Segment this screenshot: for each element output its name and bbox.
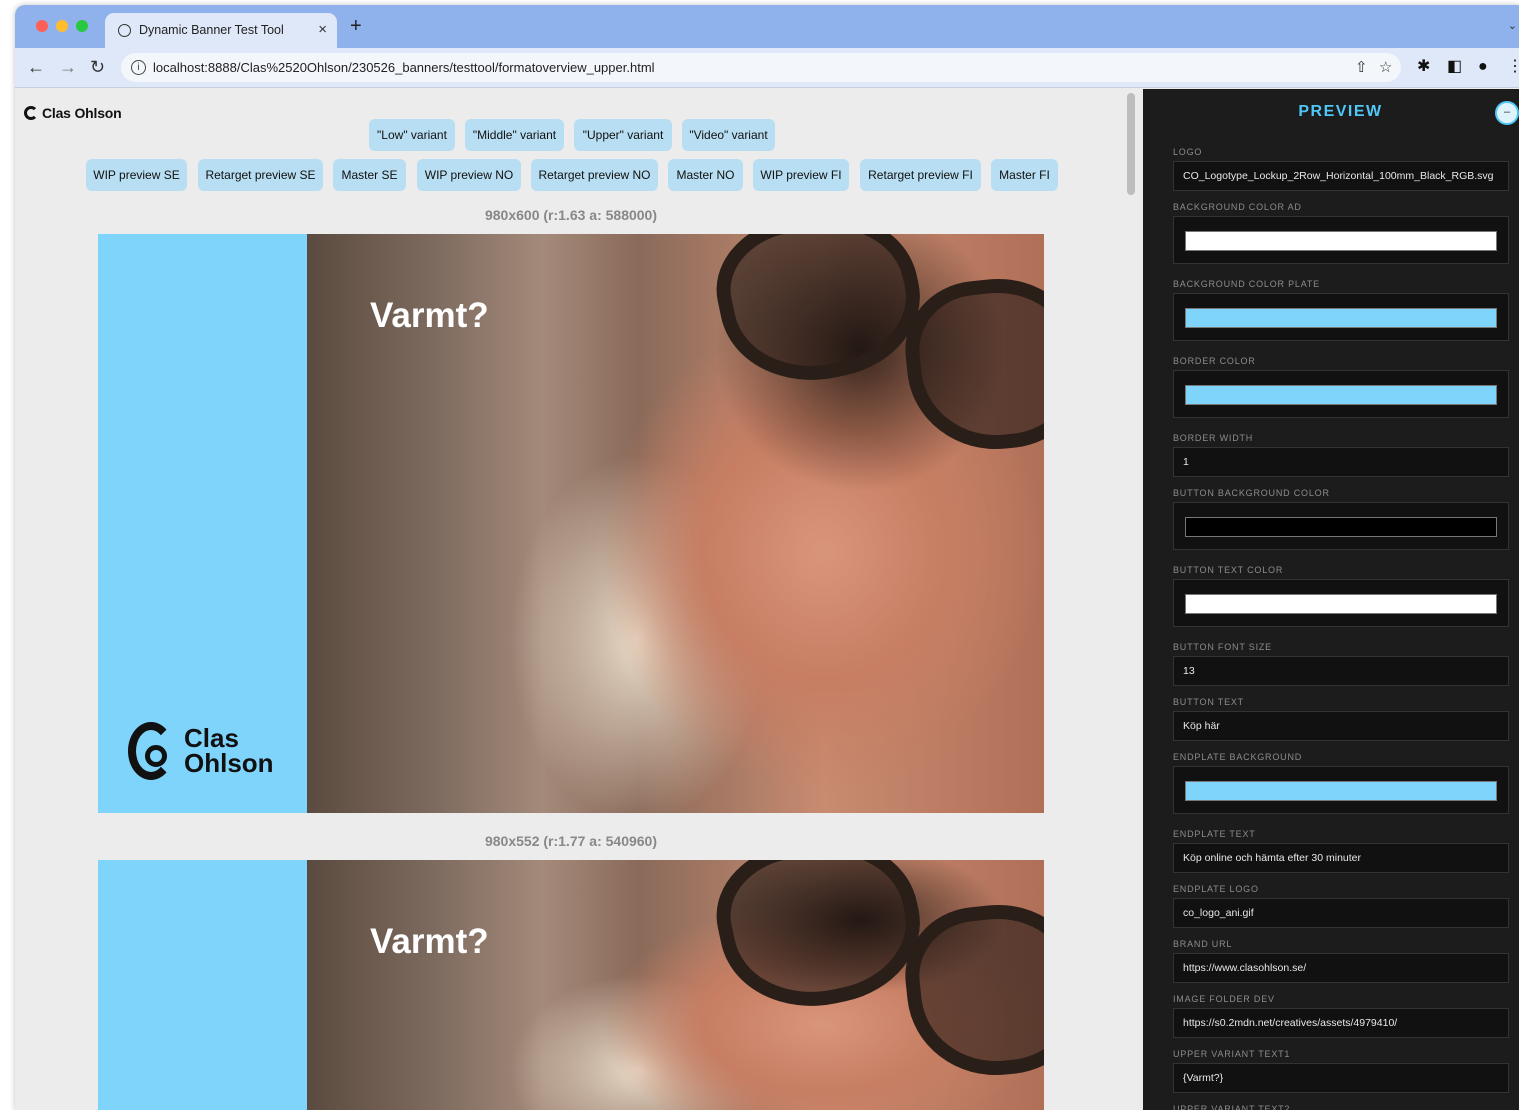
text-field-upper-variant-text1[interactable]: {Varmt?}: [1173, 1063, 1509, 1093]
address-bar[interactable]: i localhost:8888/Clas%2520Ohlson/230526_…: [121, 53, 1401, 82]
text-field-endplate-logo[interactable]: co_logo_ani.gif: [1173, 898, 1509, 928]
share-icon[interactable]: ⇧: [1355, 58, 1368, 76]
banner-headline: Varmt?: [370, 296, 489, 335]
field-label-logo: LOGO: [1173, 147, 1203, 157]
close-window-button[interactable]: [36, 20, 48, 32]
banner-logo: Clas Ohlson: [128, 722, 274, 780]
text-field-brand-url[interactable]: https://www.clasohlson.se/: [1173, 953, 1509, 983]
color-swatch[interactable]: [1185, 231, 1497, 251]
field-label-image-folder-dev: IMAGE FOLDER DEV: [1173, 994, 1275, 1004]
text-field-image-folder-dev[interactable]: https://s0.2mdn.net/creatives/assets/497…: [1173, 1008, 1509, 1038]
color-swatch[interactable]: [1185, 385, 1497, 405]
color-field-background-color-ad[interactable]: [1173, 216, 1509, 264]
extensions-puzzle-icon[interactable]: ✱: [1417, 57, 1430, 77]
video-variant-button[interactable]: "Video" variant: [682, 119, 775, 151]
wip-preview-se-button[interactable]: WIP preview SE: [86, 159, 187, 191]
upper-variant-button[interactable]: "Upper" variant: [574, 119, 672, 151]
middle-variant-button[interactable]: "Middle" variant: [465, 119, 564, 151]
field-label-button-text: BUTTON TEXT: [1173, 697, 1244, 707]
sunglasses-lens-left: [704, 860, 934, 1024]
text-field-button-text[interactable]: Köp här: [1173, 711, 1509, 741]
minimize-window-button[interactable]: [56, 20, 68, 32]
browser-window: Dynamic Banner Test Tool × + ⌄ ← → ↻ i l…: [15, 5, 1519, 1110]
preview-panel: PREVIEW – LOGO CO_Logotype_Lockup_2Row_Ho…: [1143, 89, 1519, 1110]
banner-logo-text: Clas Ohlson: [184, 723, 274, 778]
tab-close-button[interactable]: ×: [318, 21, 327, 38]
banner-size-label: 980x600 (r:1.63 a: 588000): [484, 207, 658, 223]
side-panel-icon[interactable]: ◧: [1447, 57, 1462, 77]
tab-title: Dynamic Banner Test Tool: [139, 23, 284, 37]
info-icon[interactable]: i: [131, 60, 146, 75]
color-swatch[interactable]: [1185, 594, 1497, 614]
color-field-border-color[interactable]: [1173, 370, 1509, 418]
brand-name: Clas Ohlson: [42, 105, 122, 121]
field-label-background-color-plate: BACKGROUND COLOR PLATE: [1173, 279, 1320, 289]
color-swatch[interactable]: [1185, 517, 1497, 537]
url-text: localhost:8888/Clas%2520Ohlson/230526_ba…: [153, 60, 655, 75]
field-label-button-font-size: BUTTON FONT SIZE: [1173, 642, 1272, 652]
color-field-button-background-color[interactable]: [1173, 502, 1509, 550]
field-label-button-text-color: BUTTON TEXT COLOR: [1173, 565, 1284, 575]
globe-icon: [118, 24, 131, 37]
zoom-window-button[interactable]: [76, 20, 88, 32]
field-label-endplate-background: ENDPLATE BACKGROUND: [1173, 752, 1303, 762]
new-tab-button[interactable]: +: [350, 16, 362, 36]
back-button[interactable]: ←: [27, 57, 45, 77]
field-label-upper-variant-text1: UPPER VARIANT TEXT1: [1173, 1049, 1291, 1059]
color-field-background-color-plate[interactable]: [1173, 293, 1509, 341]
banner-size-label: 980x552 (r:1.77 a: 540960): [484, 833, 658, 849]
tab-strip: Dynamic Banner Test Tool × + ⌄: [15, 5, 1519, 48]
wip-preview-no-button[interactable]: WIP preview NO: [417, 159, 521, 191]
browser-toolbar: ← → ↻ i localhost:8888/Clas%2520Ohlson/2…: [15, 48, 1519, 88]
field-label-button-background-color: BUTTON BACKGROUND COLOR: [1173, 488, 1330, 498]
low-variant-button[interactable]: "Low" variant: [369, 119, 455, 151]
text-field-button-font-size[interactable]: 13: [1173, 656, 1509, 686]
sunglasses-lens-left: [704, 234, 934, 398]
master-fi-button[interactable]: Master FI: [991, 159, 1058, 191]
reload-button[interactable]: ↻: [90, 57, 105, 77]
panel-title: PREVIEW: [1298, 103, 1383, 120]
text-field-endplate-text[interactable]: Köp online och hämta efter 30 minuter: [1173, 843, 1509, 873]
panel-toggle-button[interactable]: –: [1495, 101, 1519, 125]
color-field-endplate-background[interactable]: [1173, 766, 1509, 814]
profile-avatar-icon[interactable]: ●: [1478, 57, 1488, 77]
scrollbar[interactable]: [1127, 93, 1135, 195]
color-swatch[interactable]: [1185, 308, 1497, 328]
field-label-endplate-text: ENDPLATE TEXT: [1173, 829, 1256, 839]
master-se-button[interactable]: Master SE: [333, 159, 406, 191]
sunglasses-lens-right: [898, 896, 1044, 1084]
field-label-border-width: BORDER WIDTH: [1173, 433, 1254, 443]
bookmark-star-icon[interactable]: ☆: [1379, 58, 1392, 76]
forward-button[interactable]: →: [59, 57, 77, 77]
format-overview: Clas Ohlson "Low" variant "Middle" varia…: [15, 89, 1143, 1110]
color-field-button-text-color[interactable]: [1173, 579, 1509, 627]
clas-ohlson-logo-icon: [24, 106, 38, 120]
text-field-logo[interactable]: CO_Logotype_Lockup_2Row_Horizontal_100mm…: [1173, 161, 1509, 191]
banner-preview: Varmt?: [98, 860, 1044, 1110]
clas-ohlson-logo-icon: [128, 722, 174, 780]
brand-logo: Clas Ohlson: [24, 103, 122, 123]
page-content: Clas Ohlson "Low" variant "Middle" varia…: [15, 89, 1519, 1110]
color-swatch[interactable]: [1185, 781, 1497, 801]
active-tab[interactable]: Dynamic Banner Test Tool ×: [105, 13, 337, 48]
field-label-background-color-ad: BACKGROUND COLOR AD: [1173, 202, 1302, 212]
retarget-preview-fi-button[interactable]: Retarget preview FI: [860, 159, 981, 191]
field-label-endplate-logo: ENDPLATE LOGO: [1173, 884, 1259, 894]
banner-photo: [307, 860, 1044, 1110]
field-label-border-color: BORDER COLOR: [1173, 356, 1256, 366]
master-no-button[interactable]: Master NO: [668, 159, 743, 191]
banner-preview: Varmt? Clas Ohlson: [98, 234, 1044, 813]
field-label-upper-variant-text2: UPPER VARIANT TEXT2: [1173, 1104, 1291, 1110]
banner-headline: Varmt?: [370, 922, 489, 961]
menu-kebab-icon[interactable]: ⋮: [1507, 57, 1519, 77]
retarget-preview-se-button[interactable]: Retarget preview SE: [198, 159, 323, 191]
field-label-brand-url: BRAND URL: [1173, 939, 1233, 949]
tab-search-chevron-icon[interactable]: ⌄: [1508, 19, 1517, 32]
text-field-border-width[interactable]: 1: [1173, 447, 1509, 477]
retarget-preview-no-button[interactable]: Retarget preview NO: [531, 159, 658, 191]
wip-preview-fi-button[interactable]: WIP preview FI: [753, 159, 849, 191]
sunglasses-lens-right: [898, 270, 1044, 458]
